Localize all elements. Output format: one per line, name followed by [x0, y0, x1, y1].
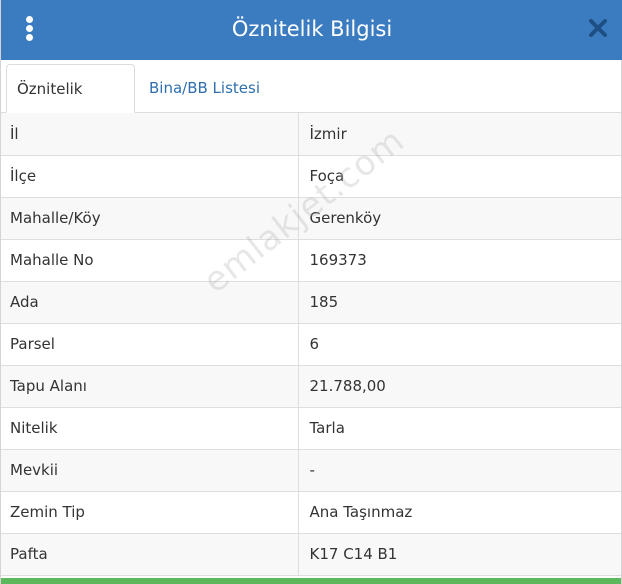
attribute-key: Parsel — [1, 323, 299, 366]
table-row: Ada 185 — [1, 281, 621, 324]
attribute-value: 169373 — [298, 239, 621, 282]
table-row: İl İzmir — [1, 113, 621, 156]
attribute-value: 6 — [298, 323, 621, 366]
attribute-key: Mahalle/Köy — [1, 197, 299, 240]
attribute-info-panel: Öznitelik Bilgisi Öznitelik Bilgisi Bina… — [0, 0, 622, 584]
table-row: Parsel 6 — [1, 323, 621, 366]
table-row: Tapu Alanı 21.788,00 — [1, 365, 621, 408]
attribute-value: Tarla — [298, 407, 621, 450]
attribute-table: İl İzmir İlçe Foça Mahalle/Köy Gerenköy … — [1, 113, 621, 576]
attribute-value: 185 — [298, 281, 621, 324]
table-row: Zemin Tip Ana Taşınmaz — [1, 491, 621, 534]
table-row: Nitelik Tarla — [1, 407, 621, 450]
attribute-key: Ada — [1, 281, 299, 324]
attribute-value: - — [298, 449, 621, 492]
table-row: İlçe Foça — [1, 155, 621, 198]
attribute-key: İlçe — [1, 155, 299, 198]
attribute-value: 21.788,00 — [298, 365, 621, 408]
title-bar: Öznitelik Bilgisi — [1, 0, 622, 60]
attribute-key: Mahalle No — [1, 239, 299, 282]
attribute-value: K17 C14 B1 — [298, 533, 621, 576]
table-row: Mahalle/Köy Gerenköy — [1, 197, 621, 240]
tab-attribute-info[interactable]: Öznitelik Bilgisi — [6, 64, 135, 146]
attribute-value: Gerenköy — [298, 197, 621, 240]
panel-title: Öznitelik Bilgisi — [231, 17, 393, 41]
attribute-key: Zemin Tip — [1, 491, 299, 534]
attribute-key: Nitelik — [1, 407, 299, 450]
attribute-key: İl — [1, 113, 299, 156]
more-vertical-icon[interactable] — [19, 14, 41, 44]
close-icon[interactable] — [587, 17, 609, 39]
tab-bar: Öznitelik Bilgisi Bina/BB Listesi — [1, 60, 621, 146]
attribute-value: Ana Taşınmaz — [298, 491, 621, 534]
attribute-key: Mevkii — [1, 449, 299, 492]
table-row: Pafta K17 C14 B1 — [1, 533, 621, 576]
table-row: Mevkii - — [1, 449, 621, 492]
attribute-key: Pafta — [1, 533, 299, 576]
table-row: Mahalle No 169373 — [1, 239, 621, 282]
attribute-value: İzmir — [298, 113, 621, 156]
tab-building-list[interactable]: Bina/BB Listesi — [139, 64, 270, 112]
attribute-value: Foça — [298, 155, 621, 198]
bottom-accent-bar — [1, 578, 621, 584]
attribute-key: Tapu Alanı — [1, 365, 299, 408]
